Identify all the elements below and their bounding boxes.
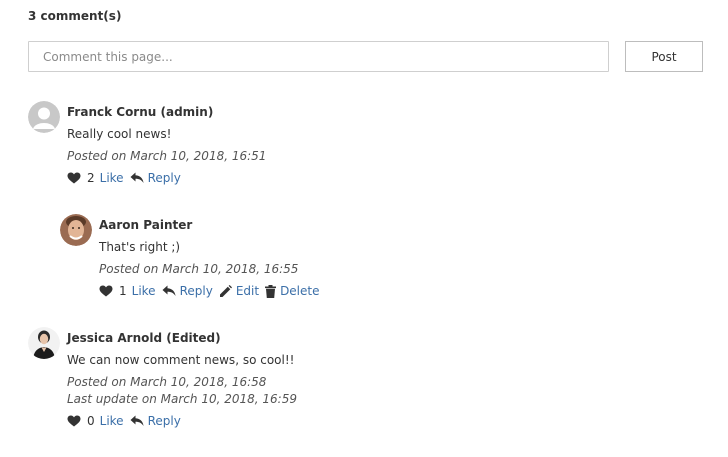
comment-updated-date: Last update on March 10, 2018, 16:59 <box>67 392 297 406</box>
heart-icon[interactable] <box>67 415 81 427</box>
like-button[interactable]: Like <box>100 170 124 186</box>
comment-text: That's right ;) <box>99 240 181 254</box>
comments-count: 3 comment(s) <box>28 9 122 23</box>
avatar <box>60 214 92 246</box>
like-button[interactable]: Like <box>100 413 124 429</box>
user-photo <box>60 214 92 246</box>
comment-posted-date: Posted on March 10, 2018, 16:58 <box>67 375 267 389</box>
like-count: 2 <box>87 171 95 185</box>
comment-actions: 2 Like Reply <box>67 170 627 186</box>
comment-posted-date: Posted on March 10, 2018, 16:51 <box>67 149 267 163</box>
reply-button[interactable]: Reply <box>148 170 181 186</box>
like-count: 0 <box>87 414 95 428</box>
heart-icon[interactable] <box>99 285 113 297</box>
delete-button[interactable]: Delete <box>280 283 319 299</box>
reply-icon[interactable] <box>130 172 144 184</box>
like-button[interactable]: Like <box>132 283 156 299</box>
comment-posted-date: Posted on March 10, 2018, 16:55 <box>99 262 299 276</box>
reply-button[interactable]: Reply <box>180 283 213 299</box>
comment-author[interactable]: Franck Cornu (admin) <box>67 104 627 120</box>
reply-icon[interactable] <box>162 285 176 297</box>
trash-icon[interactable] <box>265 284 277 298</box>
reply-button[interactable]: Reply <box>148 413 181 429</box>
comment-text: Really cool news! <box>67 127 172 141</box>
comment-input[interactable] <box>28 41 609 72</box>
avatar <box>28 327 60 359</box>
user-photo <box>28 327 60 359</box>
pencil-icon[interactable] <box>219 284 232 298</box>
heart-icon[interactable] <box>67 172 81 184</box>
comment-author[interactable]: Jessica Arnold (Edited) <box>67 330 627 346</box>
comment-actions: 1 Like Reply Edit Delete <box>99 283 659 299</box>
post-button[interactable]: Post <box>625 41 703 72</box>
comment-text: We can now comment news, so cool!! <box>67 353 295 367</box>
reply-icon[interactable] <box>130 415 144 427</box>
like-count: 1 <box>119 284 127 298</box>
comment-actions: 0 Like Reply <box>67 413 627 429</box>
default-user-avatar-icon <box>28 101 60 133</box>
avatar <box>28 101 60 133</box>
comment-author[interactable]: Aaron Painter <box>99 217 659 233</box>
edit-button[interactable]: Edit <box>236 283 259 299</box>
